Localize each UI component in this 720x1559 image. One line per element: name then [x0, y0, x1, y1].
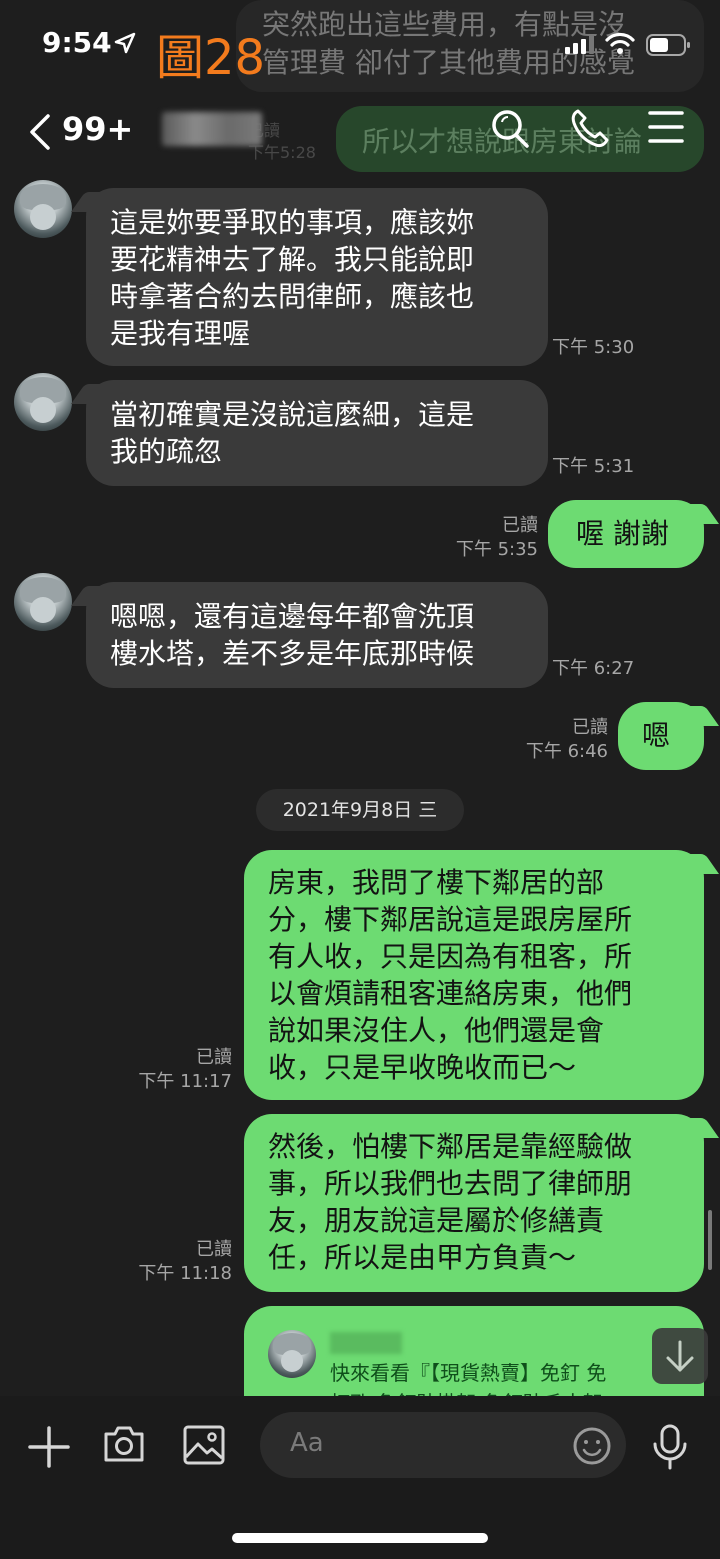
message-line: 房東，我問了樓下鄰居的部 [268, 866, 605, 899]
message-line: 收，只是早收晚收而已～ [268, 1051, 577, 1084]
message-time: 下午 11:17 [138, 1071, 232, 1092]
message-line: 這是妳要爭取的事項，應該妳 [110, 206, 475, 239]
message-line: 友，朋友說這是屬於修繕責 [268, 1204, 605, 1237]
message-time: 下午 6:46 [525, 741, 608, 762]
message-line: 然後，怕樓下鄰居是靠經驗做 [268, 1130, 633, 1163]
location-arrow-icon [114, 32, 136, 54]
message-line: 以會煩請租客連絡房東，他們 [268, 977, 633, 1010]
incoming-message-bubble[interactable]: 這是妳要爭取的事項，應該妳 要花精神去了解。我只能說即 時拿著合約去問律師，應該… [86, 188, 548, 366]
message-input-bar: Aa [0, 1396, 720, 1559]
message-time: 下午 6:27 [552, 658, 635, 679]
date-divider: 2021年9月8日 三 [256, 789, 464, 831]
shared-card-name-blurred [330, 1332, 402, 1354]
message-line: 嗯 [642, 719, 671, 752]
message-line: 樓水塔，差不多是年底那時候 [110, 637, 475, 670]
message-input-placeholder: Aa [290, 1428, 324, 1458]
outgoing-message-bubble[interactable]: 房東，我問了樓下鄰居的部 分，樓下鄰居說這是跟房屋所 有人收，只是因為有租客，所… [244, 850, 704, 1100]
message-time: 下午 11:18 [138, 1263, 232, 1284]
read-receipt: 已讀 [502, 515, 538, 536]
message-line: 事，所以我們也去問了律師朋 [268, 1167, 633, 1200]
plus-icon[interactable] [28, 1426, 70, 1468]
outgoing-message-bubble[interactable]: 喔 謝謝 [548, 500, 704, 568]
microphone-icon[interactable] [652, 1424, 688, 1470]
contact-name-blurred [162, 112, 262, 146]
shared-card-avatar [268, 1330, 316, 1378]
status-bar: 9:54 圖28 [0, 0, 720, 90]
read-receipt: 已讀 [196, 1047, 232, 1068]
read-receipt: 已讀 [196, 1239, 232, 1260]
camera-icon[interactable] [102, 1424, 146, 1464]
menu-icon[interactable] [648, 110, 684, 144]
incoming-message-bubble[interactable]: 嗯嗯，還有這邊每年都會洗頂 樓水塔，差不多是年底那時候 [86, 582, 548, 688]
message-time: 下午 5:30 [552, 337, 635, 358]
read-receipt: 已讀 [572, 717, 608, 738]
scroll-to-bottom-button[interactable] [652, 1328, 708, 1384]
outgoing-message-bubble[interactable]: 然後，怕樓下鄰居是靠經驗做 事，所以我們也去問了律師朋 友，朋友說這是屬於修繕責… [244, 1114, 704, 1292]
emoji-icon[interactable] [572, 1426, 612, 1466]
message-line: 我的疏忽 [110, 435, 223, 468]
message-line: 分，樓下鄰居說這是跟房屋所 [268, 903, 633, 936]
message-line: 喔 謝謝 [576, 517, 669, 550]
phone-call-icon[interactable] [570, 108, 610, 148]
unread-count[interactable]: 99+ [62, 110, 133, 148]
message-line: 要花精神去了解。我只能說即 [110, 243, 475, 276]
image-icon[interactable] [182, 1424, 226, 1466]
chat-header: 99+ [0, 90, 720, 170]
shared-link-card[interactable]: 快來看看『【現貨熱賣】免釘 免 打孔 免釘貼掛架 免釘貼毛巾架 [244, 1306, 704, 1406]
message-line: 有人收，只是因為有租客，所 [268, 940, 633, 973]
signal-icon [565, 35, 594, 54]
back-chevron-icon[interactable] [28, 112, 52, 152]
message-line: 嗯嗯，還有這邊每年都會洗頂 [110, 600, 475, 633]
wifi-icon [605, 32, 635, 54]
search-icon[interactable] [490, 108, 530, 148]
scrollbar[interactable] [708, 1210, 712, 1270]
battery-icon [646, 34, 690, 56]
message-line: 是我有理喔 [110, 317, 251, 350]
message-line: 當初確實是沒說這麼細，這是 [110, 398, 475, 431]
shared-card-line: 快來看看『【現貨熱賣】免釘 免 [330, 1361, 607, 1385]
arrow-down-icon [666, 1340, 694, 1372]
message-time: 下午 5:31 [552, 456, 635, 477]
incoming-message-bubble[interactable]: 當初確實是沒說這麼細，這是 我的疏忽 [86, 380, 548, 486]
message-line: 說如果沒住人，他們還是會 [268, 1014, 605, 1047]
contact-avatar[interactable] [14, 373, 72, 431]
home-indicator[interactable] [232, 1533, 488, 1543]
contact-avatar[interactable] [14, 573, 72, 631]
status-time: 9:54 [42, 26, 112, 59]
message-line: 時拿著合約去問律師，應該也 [110, 280, 475, 313]
figure-label: 圖28 [156, 30, 266, 86]
contact-avatar[interactable] [14, 180, 72, 238]
message-line: 任，所以是由甲方負責～ [268, 1241, 577, 1274]
message-time: 下午 5:35 [455, 539, 538, 560]
outgoing-message-bubble[interactable]: 嗯 [618, 702, 704, 770]
